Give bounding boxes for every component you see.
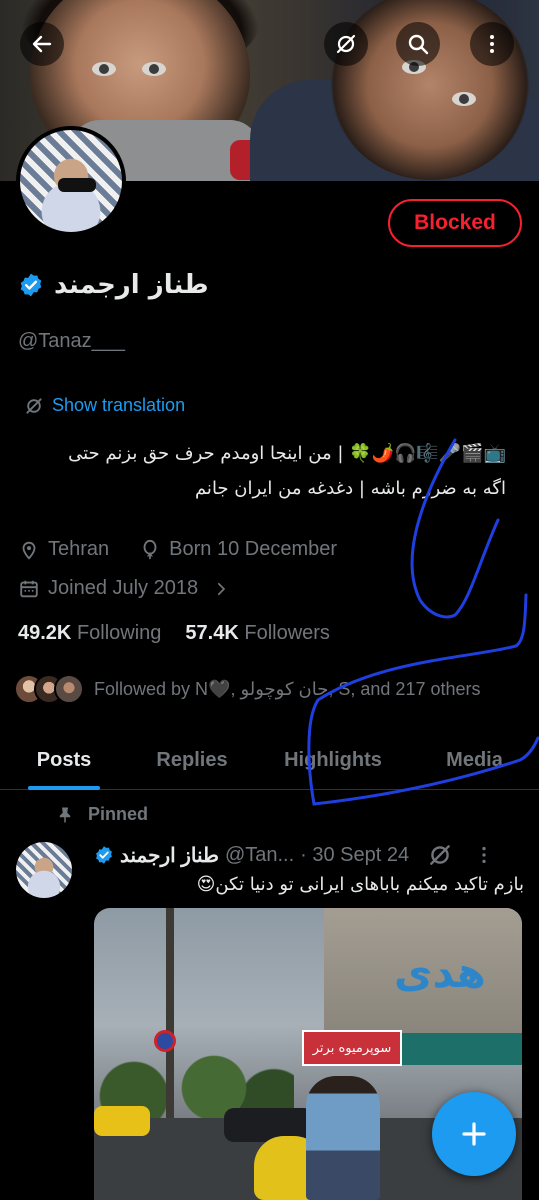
photo-store-sign: هدی: [394, 948, 486, 997]
show-translation-label: Show translation: [52, 395, 186, 415]
avatar-sunglasses: [58, 178, 96, 192]
profile-tabs: Posts Replies Highlights Media: [0, 730, 539, 790]
active-tab-indicator: [28, 786, 100, 790]
profile-bio: 📺🎬🎤🎼🎧🌶️🍀 | من اینجا اومدم حرف حق بزنم حت…: [16, 436, 506, 506]
post-header: طناز ارجمند @Tan... · 30 Sept 24: [94, 840, 524, 870]
profile-meta-row-1: Tehran Born 10 December: [18, 538, 337, 561]
followers-link[interactable]: 57.4K Followers: [185, 622, 330, 645]
blocked-button[interactable]: Blocked: [388, 199, 522, 247]
followed-by-text: Followed by N🖤, جان کوچولو, S, and 217 o…: [94, 678, 481, 699]
more-button[interactable]: [470, 22, 514, 66]
following-label: Following: [76, 622, 162, 644]
bio-line-2: اگه به ضررم باشه | دغدغه من ایران جانم: [194, 478, 506, 499]
plus-icon: [462, 1122, 486, 1146]
followers-count: 57.4K: [185, 622, 239, 644]
show-translation-link[interactable]: Show translation: [24, 395, 185, 416]
tab-highlights[interactable]: Highlights: [256, 730, 410, 790]
profile-location: Tehran: [48, 538, 110, 560]
profile-name: طناز ارجمند: [54, 270, 209, 300]
photo-shop-sign-2: [402, 1033, 522, 1065]
pinned-label: Pinned: [88, 804, 149, 824]
avatar: [54, 674, 84, 704]
more-vertical-icon[interactable]: [473, 844, 495, 866]
post-author-avatar[interactable]: [16, 842, 72, 898]
profile-joined: Joined July 2018: [48, 577, 199, 599]
pinned-indicator: Pinned: [56, 804, 148, 825]
verified-badge-icon[interactable]: [18, 272, 44, 298]
following-count: 49.2K: [18, 622, 72, 644]
profile-name-row: طناز ارجمند: [18, 262, 209, 308]
post-text: بازم تاکید میکنم باباهای ایرانی تو دنیا …: [196, 874, 524, 895]
banner-eye: [452, 92, 476, 106]
follow-stats: 49.2K Following 57.4K Followers: [18, 622, 330, 645]
grok-icon: [26, 397, 42, 414]
post-date[interactable]: · 30 Sept 24: [300, 844, 409, 867]
banner-eye: [142, 62, 166, 76]
search-button[interactable]: [396, 22, 440, 66]
location-pin-icon: [22, 541, 36, 560]
grok-icon[interactable]: [427, 842, 453, 868]
profile-birthday: Born 10 December: [169, 538, 338, 560]
back-button[interactable]: [20, 22, 64, 66]
photo-taxi: [94, 1106, 150, 1136]
tab-label: Replies: [156, 748, 228, 771]
balloon-icon: [143, 539, 157, 559]
photo-man: [306, 1076, 380, 1200]
post-author-handle[interactable]: @Tan...: [225, 844, 294, 867]
tab-label: Highlights: [284, 748, 382, 771]
grok-button[interactable]: [324, 22, 368, 66]
compose-button[interactable]: [432, 1092, 516, 1176]
tab-media[interactable]: Media: [410, 730, 539, 790]
post-author-name[interactable]: طناز ارجمند: [120, 843, 219, 868]
bio-line-1: 📺🎬🎤🎼🎧🌶️🍀 | من اینجا اومدم حرف حق بزنم حت…: [68, 443, 506, 464]
tab-replies[interactable]: Replies: [128, 730, 256, 790]
following-link[interactable]: 49.2K Following: [18, 622, 161, 645]
followers-label: Followers: [244, 622, 330, 644]
pin-icon: [59, 807, 71, 822]
followed-by-avatars: [14, 674, 84, 704]
tab-label: Media: [446, 748, 503, 771]
profile-avatar[interactable]: [16, 126, 126, 236]
annotation-arrow: [453, 518, 500, 617]
verified-badge-icon: [96, 846, 112, 864]
more-vertical-icon: [490, 35, 494, 53]
profile-handle: @Tanaz___: [18, 330, 126, 352]
search-icon: [408, 34, 429, 55]
calendar-icon: [20, 580, 38, 597]
banner-eye: [92, 62, 116, 76]
followed-by-row[interactable]: Followed by N🖤, جان کوچولو, S, and 217 o…: [14, 674, 481, 704]
photo-shop-sign: سوپرمیوه برتر: [302, 1030, 402, 1066]
arrow-left-icon: [32, 35, 52, 53]
tab-posts[interactable]: Posts: [0, 730, 128, 790]
photo-traffic-sign: [154, 1030, 176, 1052]
tab-label: Posts: [36, 748, 92, 771]
profile-meta-row-2[interactable]: Joined July 2018: [18, 577, 230, 600]
chevron-right-icon: [218, 582, 226, 595]
grok-icon: [336, 34, 356, 54]
